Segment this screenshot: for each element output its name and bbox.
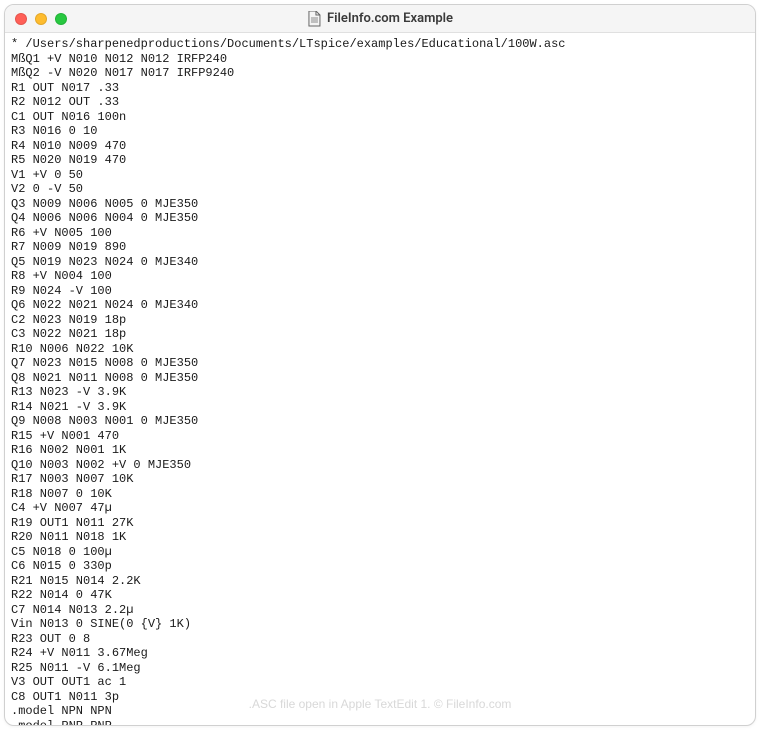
close-button[interactable] bbox=[15, 13, 27, 25]
titlebar[interactable]: FileInfo.com Example bbox=[5, 5, 755, 33]
document-icon bbox=[307, 11, 321, 27]
title-container: FileInfo.com Example bbox=[307, 11, 453, 27]
maximize-button[interactable] bbox=[55, 13, 67, 25]
traffic-lights bbox=[15, 13, 67, 25]
text-content[interactable]: * /Users/sharpenedproductions/Documents/… bbox=[5, 33, 755, 726]
window-title: FileInfo.com Example bbox=[327, 11, 453, 26]
window-frame: FileInfo.com Example * /Users/sharpenedp… bbox=[4, 4, 756, 726]
minimize-button[interactable] bbox=[35, 13, 47, 25]
